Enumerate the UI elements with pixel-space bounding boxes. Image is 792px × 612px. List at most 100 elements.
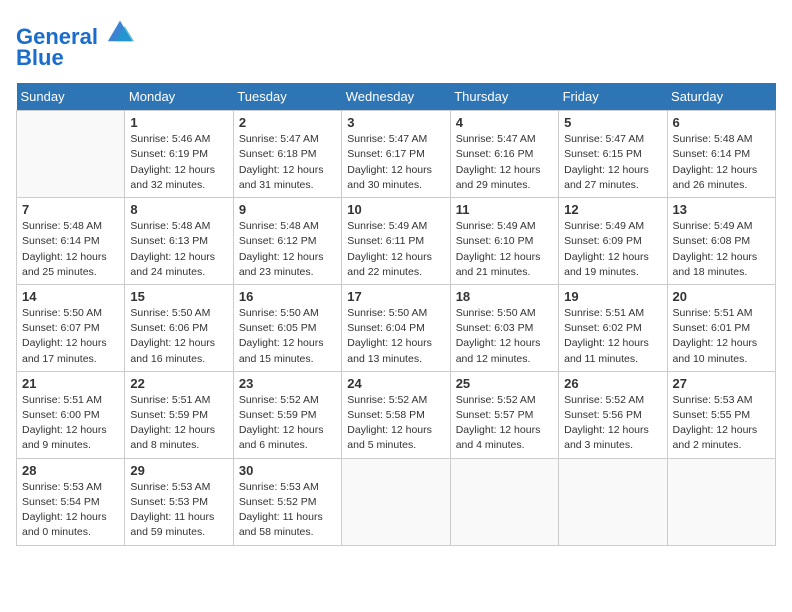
- day-number: 18: [456, 289, 553, 304]
- day-info: Sunrise: 5:52 AMSunset: 5:56 PMDaylight:…: [564, 393, 661, 454]
- day-info: Sunrise: 5:51 AMSunset: 6:01 PMDaylight:…: [673, 306, 770, 367]
- weekday-header-wednesday: Wednesday: [342, 83, 450, 111]
- day-info: Sunrise: 5:50 AMSunset: 6:07 PMDaylight:…: [22, 306, 119, 367]
- day-info: Sunrise: 5:50 AMSunset: 6:06 PMDaylight:…: [130, 306, 227, 367]
- day-info: Sunrise: 5:49 AMSunset: 6:11 PMDaylight:…: [347, 219, 444, 280]
- calendar-cell: 9 Sunrise: 5:48 AMSunset: 6:12 PMDaylight…: [233, 198, 341, 285]
- calendar-cell: 6 Sunrise: 5:48 AMSunset: 6:14 PMDaylight…: [667, 111, 775, 198]
- calendar-cell: [667, 458, 775, 545]
- day-number: 10: [347, 202, 444, 217]
- day-info: Sunrise: 5:49 AMSunset: 6:10 PMDaylight:…: [456, 219, 553, 280]
- calendar-cell: 2 Sunrise: 5:47 AMSunset: 6:18 PMDaylight…: [233, 111, 341, 198]
- day-info: Sunrise: 5:48 AMSunset: 6:14 PMDaylight:…: [673, 132, 770, 193]
- page-header: General Blue: [16, 16, 776, 71]
- day-info: Sunrise: 5:50 AMSunset: 6:05 PMDaylight:…: [239, 306, 336, 367]
- calendar-cell: 27 Sunrise: 5:53 AMSunset: 5:55 PMDayligh…: [667, 371, 775, 458]
- day-number: 3: [347, 115, 444, 130]
- day-number: 9: [239, 202, 336, 217]
- calendar-cell: [559, 458, 667, 545]
- calendar-table: SundayMondayTuesdayWednesdayThursdayFrid…: [16, 83, 776, 545]
- weekday-header-friday: Friday: [559, 83, 667, 111]
- day-number: 11: [456, 202, 553, 217]
- day-number: 2: [239, 115, 336, 130]
- day-info: Sunrise: 5:53 AMSunset: 5:53 PMDaylight:…: [130, 480, 227, 541]
- day-number: 5: [564, 115, 661, 130]
- calendar-cell: 24 Sunrise: 5:52 AMSunset: 5:58 PMDayligh…: [342, 371, 450, 458]
- weekday-header-tuesday: Tuesday: [233, 83, 341, 111]
- calendar-cell: 11 Sunrise: 5:49 AMSunset: 6:10 PMDayligh…: [450, 198, 558, 285]
- day-number: 8: [130, 202, 227, 217]
- day-number: 13: [673, 202, 770, 217]
- day-number: 28: [22, 463, 119, 478]
- day-info: Sunrise: 5:47 AMSunset: 6:18 PMDaylight:…: [239, 132, 336, 193]
- day-number: 23: [239, 376, 336, 391]
- day-info: Sunrise: 5:51 AMSunset: 6:02 PMDaylight:…: [564, 306, 661, 367]
- day-info: Sunrise: 5:52 AMSunset: 5:58 PMDaylight:…: [347, 393, 444, 454]
- calendar-cell: [450, 458, 558, 545]
- calendar-cell: 23 Sunrise: 5:52 AMSunset: 5:59 PMDayligh…: [233, 371, 341, 458]
- day-number: 12: [564, 202, 661, 217]
- calendar-cell: 26 Sunrise: 5:52 AMSunset: 5:56 PMDayligh…: [559, 371, 667, 458]
- calendar-cell: 14 Sunrise: 5:50 AMSunset: 6:07 PMDayligh…: [17, 284, 125, 371]
- day-info: Sunrise: 5:47 AMSunset: 6:16 PMDaylight:…: [456, 132, 553, 193]
- day-number: 30: [239, 463, 336, 478]
- calendar-cell: 19 Sunrise: 5:51 AMSunset: 6:02 PMDayligh…: [559, 284, 667, 371]
- weekday-header-sunday: Sunday: [17, 83, 125, 111]
- day-info: Sunrise: 5:47 AMSunset: 6:15 PMDaylight:…: [564, 132, 661, 193]
- day-info: Sunrise: 5:47 AMSunset: 6:17 PMDaylight:…: [347, 132, 444, 193]
- day-info: Sunrise: 5:48 AMSunset: 6:14 PMDaylight:…: [22, 219, 119, 280]
- day-number: 26: [564, 376, 661, 391]
- calendar-cell: 22 Sunrise: 5:51 AMSunset: 5:59 PMDayligh…: [125, 371, 233, 458]
- calendar-cell: [17, 111, 125, 198]
- day-number: 27: [673, 376, 770, 391]
- day-number: 7: [22, 202, 119, 217]
- day-info: Sunrise: 5:52 AMSunset: 5:57 PMDaylight:…: [456, 393, 553, 454]
- weekday-header-monday: Monday: [125, 83, 233, 111]
- day-info: Sunrise: 5:51 AMSunset: 5:59 PMDaylight:…: [130, 393, 227, 454]
- day-number: 19: [564, 289, 661, 304]
- day-info: Sunrise: 5:48 AMSunset: 6:13 PMDaylight:…: [130, 219, 227, 280]
- calendar-cell: 17Sunrise: 5:50 AMSunset: 6:04 PMDayligh…: [342, 284, 450, 371]
- day-info: Sunrise: 5:53 AMSunset: 5:52 PMDaylight:…: [239, 480, 336, 541]
- calendar-cell: 13 Sunrise: 5:49 AMSunset: 6:08 PMDayligh…: [667, 198, 775, 285]
- calendar-cell: 16 Sunrise: 5:50 AMSunset: 6:05 PMDayligh…: [233, 284, 341, 371]
- calendar-cell: 3 Sunrise: 5:47 AMSunset: 6:17 PMDaylight…: [342, 111, 450, 198]
- day-info: Sunrise: 5:49 AMSunset: 6:08 PMDaylight:…: [673, 219, 770, 280]
- calendar-cell: 5 Sunrise: 5:47 AMSunset: 6:15 PMDaylight…: [559, 111, 667, 198]
- day-number: 16: [239, 289, 336, 304]
- calendar-cell: 28 Sunrise: 5:53 AMSunset: 5:54 PMDayligh…: [17, 458, 125, 545]
- day-info: Sunrise: 5:48 AMSunset: 6:12 PMDaylight:…: [239, 219, 336, 280]
- calendar-cell: [342, 458, 450, 545]
- weekday-header-thursday: Thursday: [450, 83, 558, 111]
- calendar-cell: 18 Sunrise: 5:50 AMSunset: 6:03 PMDayligh…: [450, 284, 558, 371]
- logo-icon: [106, 16, 134, 44]
- day-info: Sunrise: 5:50 AMSunset: 6:03 PMDaylight:…: [456, 306, 553, 367]
- calendar-cell: 29 Sunrise: 5:53 AMSunset: 5:53 PMDayligh…: [125, 458, 233, 545]
- day-info: Sunrise: 5:53 AMSunset: 5:55 PMDaylight:…: [673, 393, 770, 454]
- day-info: Sunrise: 5:52 AMSunset: 5:59 PMDaylight:…: [239, 393, 336, 454]
- calendar-cell: 30 Sunrise: 5:53 AMSunset: 5:52 PMDayligh…: [233, 458, 341, 545]
- day-number: 14: [22, 289, 119, 304]
- day-info: Sunrise: 5:49 AMSunset: 6:09 PMDaylight:…: [564, 219, 661, 280]
- calendar-cell: 4Sunrise: 5:47 AMSunset: 6:16 PMDaylight…: [450, 111, 558, 198]
- day-number: 6: [673, 115, 770, 130]
- calendar-cell: 15 Sunrise: 5:50 AMSunset: 6:06 PMDayligh…: [125, 284, 233, 371]
- calendar-cell: 25Sunrise: 5:52 AMSunset: 5:57 PMDayligh…: [450, 371, 558, 458]
- day-number: 1: [130, 115, 227, 130]
- day-info: Sunrise: 5:53 AMSunset: 5:54 PMDaylight:…: [22, 480, 119, 541]
- day-number: 15: [130, 289, 227, 304]
- calendar-cell: 7 Sunrise: 5:48 AMSunset: 6:14 PMDaylight…: [17, 198, 125, 285]
- logo: General Blue: [16, 16, 134, 71]
- calendar-cell: 8 Sunrise: 5:48 AMSunset: 6:13 PMDaylight…: [125, 198, 233, 285]
- calendar-cell: 12 Sunrise: 5:49 AMSunset: 6:09 PMDayligh…: [559, 198, 667, 285]
- day-number: 22: [130, 376, 227, 391]
- day-info: Sunrise: 5:46 AMSunset: 6:19 PMDaylight:…: [130, 132, 227, 193]
- day-number: 21: [22, 376, 119, 391]
- day-info: Sunrise: 5:51 AMSunset: 6:00 PMDaylight:…: [22, 393, 119, 454]
- calendar-cell: 20 Sunrise: 5:51 AMSunset: 6:01 PMDayligh…: [667, 284, 775, 371]
- day-number: 29: [130, 463, 227, 478]
- day-number: 20: [673, 289, 770, 304]
- day-number: 24: [347, 376, 444, 391]
- weekday-header-saturday: Saturday: [667, 83, 775, 111]
- day-info: Sunrise: 5:50 AMSunset: 6:04 PMDaylight:…: [347, 306, 444, 367]
